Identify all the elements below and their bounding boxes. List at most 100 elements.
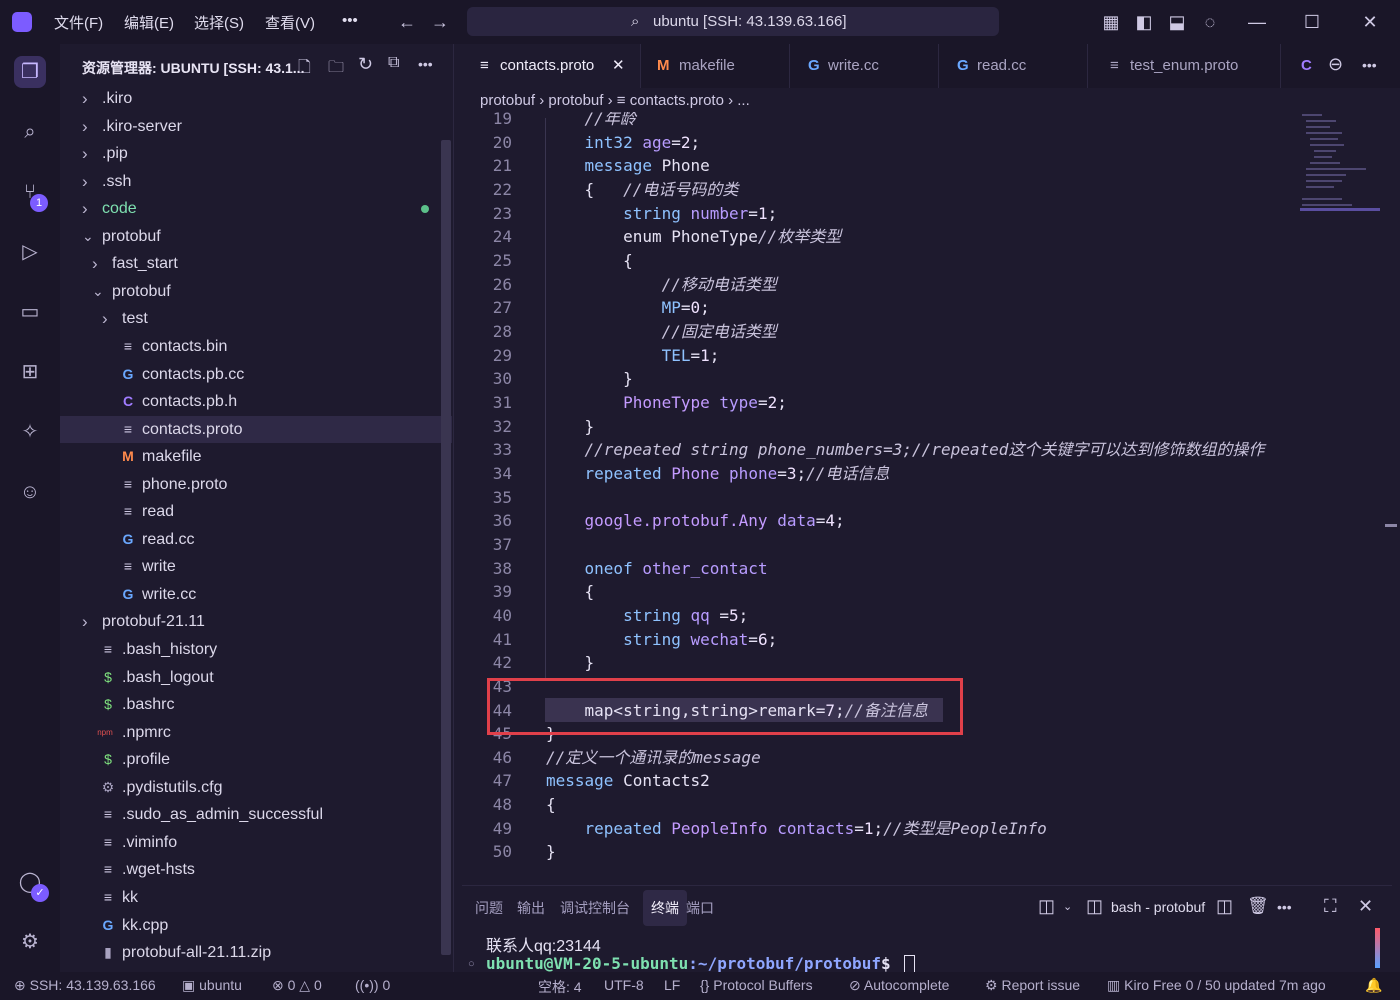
ghost-icon[interactable]: ☺ <box>14 476 46 508</box>
back-arrow-icon[interactable]: ← <box>395 10 419 34</box>
tree-item[interactable]: ≡ .wget-hsts <box>60 856 452 883</box>
tree-item[interactable]: $ .bash_logout <box>60 664 452 691</box>
kiro-icon[interactable]: ✧ <box>14 416 46 448</box>
code-editor[interactable]: 19 //年龄 20 int32 age=2; 21 message Phone 22… <box>462 112 1388 877</box>
tree-item[interactable]: ≡ contacts.bin <box>60 333 452 360</box>
forward-arrow-icon[interactable]: → <box>428 10 452 34</box>
terminal-name[interactable]: bash - protobuf <box>1111 899 1205 915</box>
new-folder-icon[interactable]: 🗀 <box>328 56 344 83</box>
ports-indicator[interactable]: ((•)) 0 <box>355 977 390 993</box>
indentation-indicator[interactable]: 空格: 4 <box>538 977 582 997</box>
encoding-indicator[interactable]: UTF-8 <box>604 977 644 993</box>
tree-item[interactable]: ≡ .sudo_as_admin_successful <box>60 801 452 828</box>
search-icon[interactable]: ⌕ <box>14 116 46 148</box>
kiro-usage-indicator[interactable]: ▥ Kiro Free 0 / 50 updated 7m ago <box>1107 977 1326 994</box>
tree-item[interactable]: Mmakefile <box>60 443 452 470</box>
tree-item[interactable]: › protobuf-21.11 <box>60 608 452 635</box>
problems-indicator[interactable]: ⊗ 0 △ 0 <box>272 977 322 994</box>
tree-item[interactable]: ≡ contacts.proto <box>60 415 452 443</box>
terminal-split-icon[interactable]: ◫ <box>1086 896 1103 917</box>
menu-view[interactable]: 查看(V) <box>265 12 315 33</box>
tab-contacts-proto[interactable]: ≡ contacts.proto ✕ <box>462 44 641 88</box>
tree-item[interactable]: ≡ .bash_history <box>60 636 452 663</box>
tree-item[interactable]: $ .bashrc <box>60 691 452 718</box>
menu-file[interactable]: 文件(F) <box>54 12 103 33</box>
tree-item[interactable]: › .pip <box>60 140 452 167</box>
notifications-bell-icon[interactable]: 🔔 <box>1365 977 1382 994</box>
panel-tab-terminal[interactable]: 终端 <box>643 890 687 926</box>
new-terminal-split-icon[interactable]: ◫ <box>1038 896 1055 917</box>
language-indicator[interactable]: {} Protocol Buffers <box>700 977 813 993</box>
tree-item[interactable]: › test <box>60 305 452 332</box>
tree-item[interactable]: ⚙ .pydistutils.cfg <box>60 774 452 801</box>
layout-customize-icon[interactable]: ▦ <box>1099 10 1123 34</box>
panel-tab-debug-console[interactable]: 调试控制台 <box>560 898 630 918</box>
eol-indicator[interactable]: LF <box>664 977 680 993</box>
trash-icon[interactable]: 🗑 <box>1247 896 1269 916</box>
settings-gear-icon[interactable]: ⚙ <box>14 926 46 958</box>
menu-more[interactable]: ••• <box>342 12 358 29</box>
tree-item[interactable]: ≡ kk <box>60 884 452 911</box>
tab-c-file[interactable]: C <box>1281 44 1321 88</box>
tree-item[interactable]: ⌄ protobuf <box>60 223 452 250</box>
chevron-down-icon[interactable]: ⌄ <box>1063 900 1072 913</box>
toggle-panel-icon[interactable]: ⬓ <box>1165 10 1189 34</box>
remote-indicator[interactable]: ⊕ SSH: 43.139.63.166 <box>14 977 156 994</box>
explorer-icon[interactable]: ❐ <box>14 56 46 88</box>
breadcrumb-item[interactable]: contacts.proto <box>630 92 724 109</box>
panel-more-icon[interactable]: ••• <box>1277 899 1292 915</box>
more-actions-icon[interactable]: ••• <box>418 56 433 72</box>
run-debug-icon[interactable]: ▷ <box>14 236 46 268</box>
tree-item[interactable]: ▮ protobuf-all-21.11.zip <box>60 939 452 966</box>
tree-item[interactable]: Gkk.cpp <box>60 912 452 939</box>
tree-item[interactable]: ≡ write <box>60 553 452 580</box>
panel-tab-ports[interactable]: 端口 <box>686 898 714 918</box>
menu-selection[interactable]: 选择(S) <box>194 12 244 33</box>
tab-test-enum-proto[interactable]: ≡ test_enum.proto <box>1088 44 1281 88</box>
maximize-panel-icon[interactable]: ⛶ <box>1324 896 1337 917</box>
breadcrumb-item[interactable]: protobuf <box>480 92 535 109</box>
workspace-indicator[interactable]: ▣ ubuntu <box>182 977 242 994</box>
refresh-icon[interactable]: ↻ <box>358 54 373 75</box>
tree-item[interactable]: › fast_start <box>60 250 452 277</box>
tree-item[interactable]: Gread.cc <box>60 526 452 553</box>
panel-tab-output[interactable]: 输出 <box>517 898 545 918</box>
tree-item[interactable]: ≡ read <box>60 498 452 525</box>
menu-edit[interactable]: 编辑(E) <box>124 12 174 33</box>
tree-item[interactable]: Gwrite.cc <box>60 581 452 608</box>
split-terminal-icon[interactable]: ◫ <box>1216 896 1233 917</box>
tree-item[interactable]: npm .npmrc <box>60 719 452 746</box>
breadcrumb-item[interactable]: ... <box>737 92 750 109</box>
command-center-search[interactable]: ⌕ ubuntu [SSH: 43.139.63.166] <box>467 7 999 36</box>
editor-more-icon[interactable]: ••• <box>1362 57 1377 73</box>
tree-item[interactable]: ≡ .viminfo <box>60 829 452 856</box>
close-panel-icon[interactable]: ✕ <box>1358 896 1373 917</box>
maximize-icon[interactable]: ☐ <box>1300 10 1324 34</box>
tree-item[interactable]: ⌄ protobuf <box>60 278 452 305</box>
tab-read-cc[interactable]: G read.cc <box>939 44 1088 88</box>
tree-item[interactable]: › .kiro <box>60 85 452 112</box>
tree-item[interactable]: › .kiro-server <box>60 113 452 140</box>
breadcrumb-item[interactable]: protobuf <box>548 92 603 109</box>
remote-explorer-icon[interactable]: ▭ <box>14 296 46 328</box>
collapse-all-icon[interactable]: ⧉ <box>388 54 399 72</box>
tree-item[interactable]: Ccontacts.pb.h <box>60 388 452 415</box>
tab-write-cc[interactable]: G write.cc <box>790 44 939 88</box>
tab-close-icon[interactable]: ✕ <box>612 44 625 88</box>
toggle-sidebar-icon[interactable]: ◧ <box>1132 10 1156 34</box>
tree-item[interactable]: Gcontacts.pb.cc <box>60 361 452 388</box>
new-file-icon[interactable]: 🗋 <box>298 56 311 83</box>
panel-tab-problems[interactable]: 问题 <box>475 898 503 918</box>
tab-makefile[interactable]: M makefile <box>641 44 790 88</box>
tree-item[interactable]: › .ssh <box>60 168 452 195</box>
tree-item[interactable]: ≡ phone.proto <box>60 471 452 498</box>
split-editor-icon[interactable]: ⊖ <box>1328 54 1343 75</box>
minimize-icon[interactable]: — <box>1245 10 1269 34</box>
autocomplete-indicator[interactable]: ⊘ Autocomplete <box>849 977 949 994</box>
tree-item[interactable]: $ .profile <box>60 746 452 773</box>
close-window-icon[interactable]: ✕ <box>1358 10 1382 34</box>
sidebar-scrollbar[interactable] <box>441 140 451 955</box>
extensions-icon[interactable]: ⊞ <box>14 356 46 388</box>
tree-item[interactable]: › code <box>60 195 452 222</box>
chat-icon[interactable]: ◌ <box>1198 10 1222 34</box>
